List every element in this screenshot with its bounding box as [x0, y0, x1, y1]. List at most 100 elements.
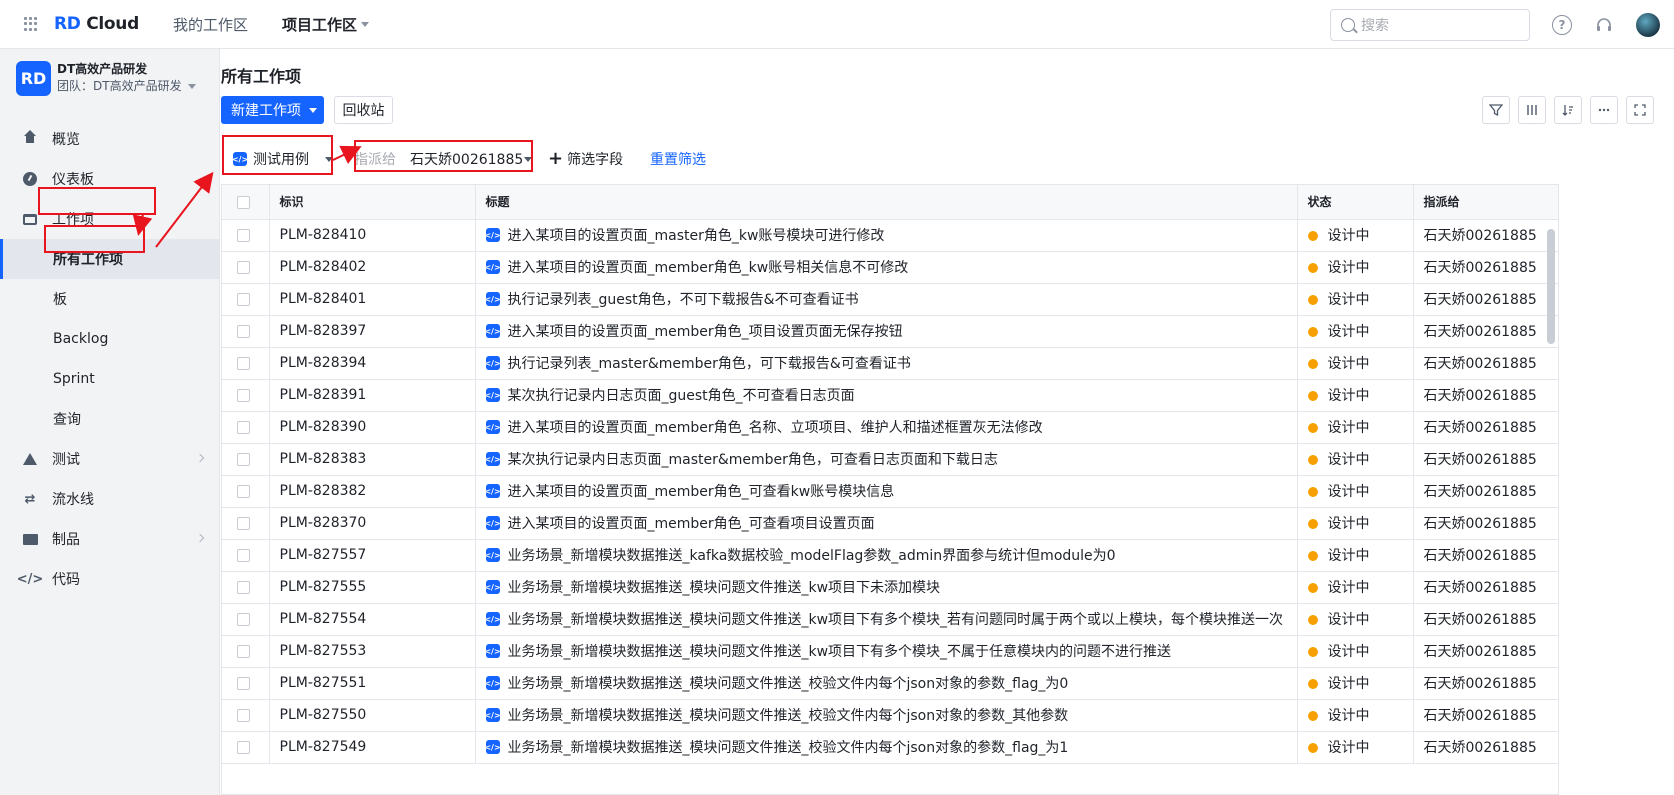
row-id[interactable]: PLM-828397 — [269, 315, 476, 348]
row-status[interactable]: 设计中 — [1297, 475, 1414, 508]
table-row[interactable]: PLM-828401 </> 执行记录列表_guest角色，不可下载报告&不可查看证… — [222, 283, 1558, 316]
row-assignee[interactable]: 石天娇00261885 — [1413, 603, 1558, 636]
row-status[interactable]: 设计中 — [1297, 443, 1414, 476]
row-assignee[interactable]: 石天娇00261885 — [1413, 251, 1558, 284]
row-checkbox[interactable] — [237, 676, 250, 690]
table-row[interactable]: PLM-828397 </> 进入某项目的设置页面_member角色_项目设置页面无… — [222, 315, 1558, 348]
headset-icon[interactable] — [1594, 15, 1614, 35]
row-status[interactable]: 设计中 — [1297, 379, 1414, 412]
row-checkbox[interactable] — [237, 356, 250, 370]
row-assignee[interactable]: 石天娇00261885 — [1413, 219, 1558, 252]
row-title[interactable]: </> 进入某项目的设置页面_member角色_名称、立项项目、维护人和描述框置灰… — [475, 411, 1298, 444]
row-assignee[interactable]: 石天娇00261885 — [1413, 475, 1558, 508]
table-row[interactable]: PLM-827555 </> 业务场景_新增模块数据推送_模块问题文件推送_kw项目… — [222, 571, 1558, 604]
row-id[interactable]: PLM-827551 — [269, 667, 476, 700]
row-id[interactable]: PLM-827555 — [269, 571, 476, 604]
row-status[interactable]: 设计中 — [1297, 699, 1414, 732]
team-switcher[interactable]: RD DT高效产品研发 团队：DT高效产品研发 — [0, 49, 219, 109]
apps-grid-icon[interactable] — [24, 17, 38, 31]
row-id[interactable]: PLM-828391 — [269, 379, 476, 412]
row-title[interactable]: </> 进入某项目的设置页面_member角色_可查看kw账号模块信息 — [475, 475, 1298, 508]
row-title[interactable]: </> 进入某项目的设置页面_member角色_可查看项目设置页面 — [475, 507, 1298, 540]
row-title[interactable]: </> 进入某项目的设置页面_member角色_项目设置页面无保存按钮 — [475, 315, 1298, 348]
sidebar-item-test[interactable]: 测试 — [0, 439, 219, 479]
row-title[interactable]: </> 某次执行记录内日志页面_guest角色_不可查看日志页面 — [475, 379, 1298, 412]
sort-icon[interactable] — [1554, 96, 1582, 124]
header-status[interactable]: 状态 — [1297, 185, 1414, 220]
filter-icon[interactable] — [1482, 96, 1510, 124]
row-checkbox[interactable] — [237, 324, 250, 338]
row-id[interactable]: PLM-827549 — [269, 731, 476, 764]
row-assignee[interactable]: 石天娇00261885 — [1413, 507, 1558, 540]
table-row[interactable]: PLM-828394 </> 执行记录列表_master&member角色，可下载报… — [222, 347, 1558, 380]
table-row[interactable]: PLM-828410 </> 进入某项目的设置页面_master角色_kw账号模块可… — [222, 219, 1558, 252]
sidebar-item-board[interactable]: 板 — [0, 279, 219, 319]
table-row[interactable]: PLM-828402 </> 进入某项目的设置页面_member角色_kw账号相关信… — [222, 251, 1558, 284]
table-row[interactable]: PLM-827550 </> 业务场景_新增模块数据推送_模块问题文件推送_校验文件… — [222, 699, 1558, 732]
row-id[interactable]: PLM-827550 — [269, 699, 476, 732]
table-row[interactable]: PLM-828382 </> 进入某项目的设置页面_member角色_可查看kw账号… — [222, 475, 1558, 508]
row-checkbox[interactable] — [237, 580, 250, 594]
row-assignee[interactable]: 石天娇00261885 — [1413, 667, 1558, 700]
sidebar-item-artifacts[interactable]: 制品 — [0, 519, 219, 559]
row-id[interactable]: PLM-828401 — [269, 283, 476, 316]
row-title[interactable]: </> 业务场景_新增模块数据推送_模块问题文件推送_kw项目下有多个模块_若有问… — [475, 603, 1298, 636]
more-icon[interactable] — [1590, 96, 1618, 124]
row-status[interactable]: 设计中 — [1297, 731, 1414, 764]
fullscreen-icon[interactable] — [1626, 96, 1654, 124]
row-checkbox[interactable] — [237, 452, 250, 466]
sidebar-item-sprint[interactable]: Sprint — [0, 359, 219, 399]
recycle-bin-button[interactable]: 回收站 — [334, 96, 393, 124]
sidebar-item-pipeline[interactable]: ⇄ 流水线 — [0, 479, 219, 519]
row-id[interactable]: PLM-828382 — [269, 475, 476, 508]
select-all-checkbox[interactable] — [237, 195, 250, 209]
sidebar-item-query[interactable]: 查询 — [0, 399, 219, 439]
new-workitem-button[interactable]: 新建工作项 — [221, 96, 324, 124]
row-assignee[interactable]: 石天娇00261885 — [1413, 731, 1558, 764]
row-checkbox[interactable] — [237, 228, 250, 242]
row-id[interactable]: PLM-828370 — [269, 507, 476, 540]
row-status[interactable]: 设计中 — [1297, 219, 1414, 252]
row-checkbox[interactable] — [237, 388, 250, 402]
table-row[interactable]: PLM-827554 </> 业务场景_新增模块数据推送_模块问题文件推送_kw项目… — [222, 603, 1558, 636]
row-title[interactable]: </> 业务场景_新增模块数据推送_模块问题文件推送_kw项目下未添加模块 — [475, 571, 1298, 604]
row-checkbox[interactable] — [237, 708, 250, 722]
row-assignee[interactable]: 石天娇00261885 — [1413, 379, 1558, 412]
row-title[interactable]: </> 业务场景_新增模块数据推送_模块问题文件推送_校验文件内每个json对象的… — [475, 731, 1298, 764]
row-status[interactable]: 设计中 — [1297, 283, 1414, 316]
help-icon[interactable]: ? — [1552, 15, 1572, 35]
row-status[interactable]: 设计中 — [1297, 667, 1414, 700]
table-row[interactable]: PLM-827557 </> 业务场景_新增模块数据推送_kafka数据校验_mod… — [222, 539, 1558, 572]
row-assignee[interactable]: 石天娇00261885 — [1413, 283, 1558, 316]
row-status[interactable]: 设计中 — [1297, 635, 1414, 668]
row-checkbox[interactable] — [237, 548, 250, 562]
row-status[interactable]: 设计中 — [1297, 347, 1414, 380]
row-id[interactable]: PLM-827554 — [269, 603, 476, 636]
row-assignee[interactable]: 石天娇00261885 — [1413, 443, 1558, 476]
sidebar-item-code[interactable]: </> 代码 — [0, 559, 219, 599]
assignee-filter-select[interactable]: 指派给 石天娇00261885 — [354, 147, 532, 171]
row-assignee[interactable]: 石天娇00261885 — [1413, 347, 1558, 380]
row-id[interactable]: PLM-827553 — [269, 635, 476, 668]
row-title[interactable]: </> 业务场景_新增模块数据推送_模块问题文件推送_校验文件内每个json对象的… — [475, 667, 1298, 700]
sidebar-item-overview[interactable]: 概览 — [0, 119, 219, 159]
table-row[interactable]: PLM-827549 </> 业务场景_新增模块数据推送_模块问题文件推送_校验文件… — [222, 731, 1558, 764]
row-checkbox[interactable] — [237, 260, 250, 274]
row-checkbox[interactable] — [237, 740, 250, 754]
row-assignee[interactable]: 石天娇00261885 — [1413, 571, 1558, 604]
header-id[interactable]: 标识 — [269, 185, 476, 220]
avatar[interactable] — [1636, 13, 1660, 37]
add-filter-field-button[interactable]: + 筛选字段 — [548, 147, 623, 171]
table-row[interactable]: PLM-828390 </> 进入某项目的设置页面_member角色_名称、立项项目… — [222, 411, 1558, 444]
top-nav-my-workspace[interactable]: 我的工作区 — [173, 14, 248, 35]
top-nav-project-workspace[interactable]: 项目工作区 — [282, 14, 370, 35]
sidebar-item-dashboard[interactable]: 仪表板 — [0, 159, 219, 199]
row-id[interactable]: PLM-828402 — [269, 251, 476, 284]
type-filter-select[interactable]: </> 测试用例 — [232, 147, 333, 171]
sidebar-item-workitems[interactable]: 工作项 — [0, 199, 219, 239]
row-title[interactable]: </> 执行记录列表_master&member角色，可下载报告&可查看证书 — [475, 347, 1298, 380]
header-title[interactable]: 标题 — [475, 185, 1298, 220]
columns-icon[interactable] — [1518, 96, 1546, 124]
row-status[interactable]: 设计中 — [1297, 603, 1414, 636]
row-title[interactable]: </> 进入某项目的设置页面_master角色_kw账号模块可进行修改 — [475, 219, 1298, 252]
